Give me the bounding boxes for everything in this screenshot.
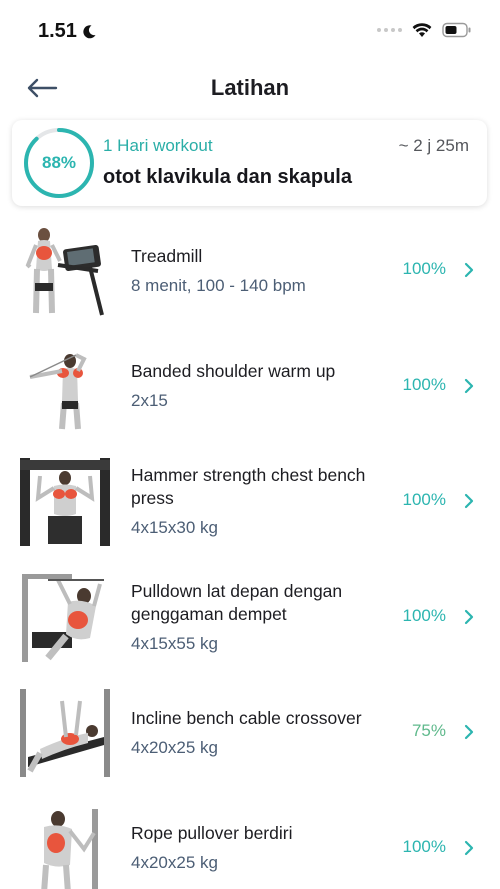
cellular-signal-icon: [377, 28, 402, 32]
exercise-row-lat-pulldown[interactable]: Pulldown lat depan dengan genggaman demp…: [0, 560, 500, 676]
workout-day-label: 1 Hari workout: [103, 136, 213, 155]
status-bar: 1.51: [0, 0, 500, 62]
exercise-completion: 100%: [402, 605, 446, 625]
chevron-right-icon: [464, 262, 474, 278]
battery-icon: [442, 22, 471, 38]
exercise-name: Rope pullover berdiri: [131, 823, 293, 843]
moon-icon: [83, 24, 96, 38]
exercise-detail: 8 menit, 100 - 140 bpm: [131, 275, 306, 295]
chevron-right-icon: [464, 609, 474, 624]
exercise-info: Incline bench cable crossover 4x20x25 kg: [131, 675, 381, 790]
exercise-list: Treadmill 8 menit, 100 - 140 bpm 100% Ba…: [0, 213, 500, 889]
workout-summary-card[interactable]: 88% 1 Hari workout ~ 2 j 25m otot klavik…: [12, 120, 487, 206]
cable-crossover-illustration: [20, 689, 110, 777]
wifi-icon: [412, 23, 432, 37]
chevron-right-icon: [464, 840, 474, 855]
exercise-name: Pulldown lat depan dengan genggaman demp…: [131, 580, 343, 624]
chevron-right-icon: [464, 493, 474, 509]
exercise-detail: 4x15x30 kg: [131, 518, 218, 537]
chevron-right-icon: [464, 378, 474, 393]
lat-pulldown-illustration: [22, 573, 104, 662]
exercise-detail: 4x20x25 kg: [131, 853, 218, 872]
page-title: Latihan: [210, 75, 290, 100]
rope-pullover-illustration: [41, 808, 98, 889]
treadmill-illustration: [25, 228, 104, 316]
nav-bar: Latihan: [0, 62, 500, 116]
chest-press-illustration: [20, 458, 110, 546]
exercise-completion: 100%: [402, 374, 446, 394]
exercise-row-chest-press[interactable]: Hammer strength chest bench press 4x15x3…: [0, 444, 500, 560]
exercise-name: Incline bench cable crossover: [131, 707, 362, 728]
exercise-completion: 75%: [411, 721, 446, 740]
exercise-row-treadmill[interactable]: Treadmill 8 menit, 100 - 140 bpm 100%: [0, 213, 500, 329]
exercise-completion: 100%: [402, 259, 446, 278]
status-time: 1.51: [38, 20, 97, 43]
exercise-info: Rope pullover berdiri 4x20x25 kg: [131, 791, 381, 889]
exercise-name: Treadmill: [131, 245, 203, 266]
exercise-info: Banded shoulder warm up 2x15: [131, 329, 381, 444]
exercise-completion: 100%: [402, 490, 446, 509]
exercise-row-rope-pullover[interactable]: Rope pullover berdiri 4x20x25 kg 100%: [0, 791, 500, 889]
chevron-right-icon: [464, 724, 474, 740]
exercise-detail: 2x15: [131, 391, 168, 410]
exercise-detail: 4x15x55 kg: [131, 633, 218, 653]
banded-shoulder-illustration: [29, 352, 87, 429]
exercise-name: Banded shoulder warm up: [131, 361, 336, 381]
exercise-info: Hammer strength chest bench press 4x15x3…: [131, 444, 381, 559]
workout-duration: ~ 2 j 25m: [398, 136, 469, 155]
exercise-completion: 100%: [402, 836, 446, 856]
exercise-detail: 4x20x25 kg: [131, 737, 218, 757]
exercise-row-cable-crossover[interactable]: Incline bench cable crossover 4x20x25 kg…: [0, 675, 500, 791]
status-time-text: 1.51: [38, 20, 77, 42]
status-icons: [377, 22, 472, 38]
workout-title: otot klavikula dan skapula: [103, 166, 352, 188]
exercise-name: Hammer strength chest bench press: [131, 465, 366, 508]
exercise-info: Treadmill 8 menit, 100 - 140 bpm: [131, 213, 381, 328]
exercise-row-banded-shoulder[interactable]: Banded shoulder warm up 2x15 100%: [0, 329, 500, 445]
progress-percent: 88%: [41, 153, 77, 172]
exercise-info: Pulldown lat depan dengan genggaman demp…: [131, 560, 381, 675]
